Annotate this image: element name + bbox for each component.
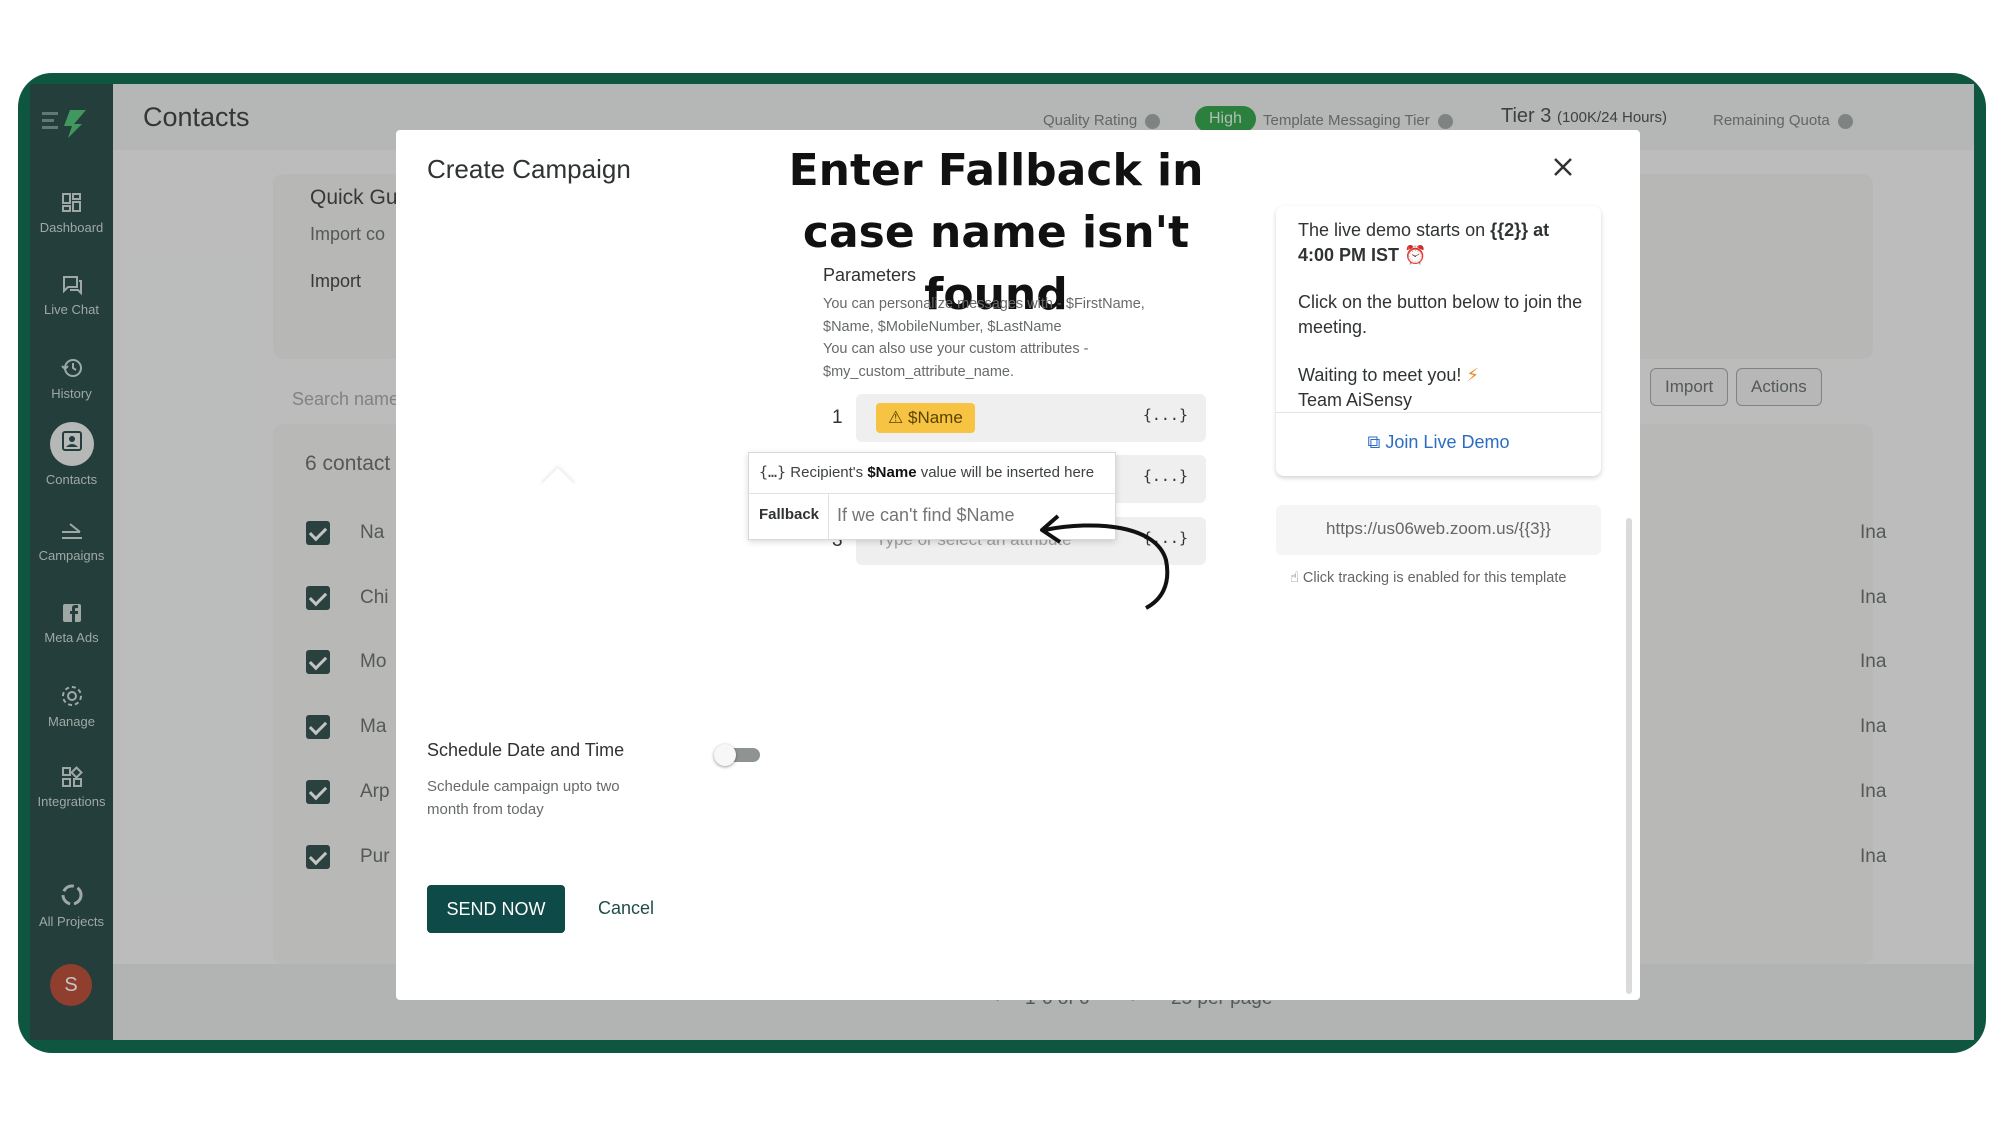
attribute-chip[interactable]: ⚠ $Name [876,403,975,433]
button-url: https://us06web.zoom.us/{{3}} [1276,505,1601,555]
pointer-icon: ☝ [1290,570,1299,586]
param-row-1[interactable]: ⚠ $Name {...} [856,394,1206,442]
preview-message-paragraph: Click on the button below to join the me… [1298,292,1583,337]
warning-icon: ⚠ [888,408,904,427]
join-live-demo-button[interactable]: ⧉ Join Live Demo [1276,412,1601,474]
create-campaign-modal: Create Campaign Enter Fallback in case n… [396,130,1640,1000]
modal-title: Create Campaign [427,154,631,184]
toggle-knob [714,744,736,766]
variable-icon[interactable]: {...} [1143,406,1188,424]
close-icon[interactable] [1548,152,1578,182]
parameters-description: You can personalize messages with - $Fir… [823,296,1145,380]
template-preview-card: The live demo starts on {{2}} at 4:00 PM… [1276,206,1601,476]
schedule-toggle[interactable] [714,744,764,766]
parameters-title: Parameters [823,265,917,285]
variable-icon[interactable]: {...} [1143,467,1188,485]
click-tracking-note: ☝ Click tracking is enabled for this tem… [1290,570,1567,586]
preview-message-time: 4:00 PM IST ⏰ [1298,245,1427,265]
lightning-icon: ⚡ [1466,365,1480,385]
send-now-button[interactable]: SEND NOW [427,885,565,933]
preview-message-signature: Team AiSensy [1298,390,1413,410]
fallback-hint: {…} Recipient's $Name value will be inse… [759,463,1095,481]
preview-message-closing: Waiting to meet you! ⚡ [1298,365,1480,385]
clock-icon: ⏰ [1404,245,1427,265]
external-link-icon: ⧉ [1367,432,1381,452]
preview-message-line: The live demo starts on {{2}} at [1298,220,1550,240]
schedule-title: Schedule Date and Time [427,740,625,760]
annotation-arrow [1040,514,1170,610]
fallback-input[interactable] [837,505,1037,526]
param-number: 1 [832,407,843,428]
scrollbar[interactable] [1626,518,1632,994]
variable-icon: {…} [759,463,787,481]
fallback-label: Fallback [749,494,829,540]
schedule-description: Schedule campaign upto two month from to… [427,778,620,818]
cancel-button[interactable]: Cancel [598,898,654,919]
preview-pointer [541,468,575,502]
